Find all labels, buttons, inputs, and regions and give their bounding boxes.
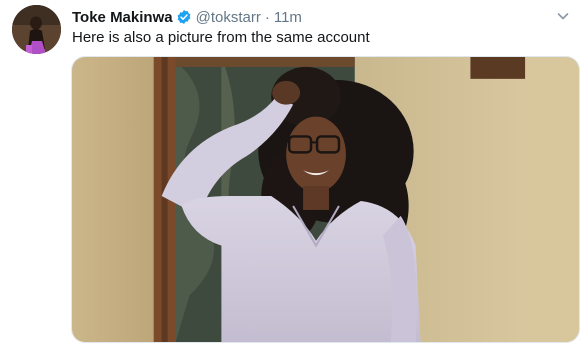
timestamp[interactable]: 11m: [274, 9, 302, 26]
tweet[interactable]: Toke Makinwa @tokstarr · 11m Here is als…: [0, 0, 581, 347]
tweet-photo[interactable]: [71, 56, 580, 343]
tweet-text: Here is also a picture from the same acc…: [72, 29, 370, 46]
tweet-header: Toke Makinwa @tokstarr · 11m: [72, 7, 302, 27]
user-handle[interactable]: @tokstarr: [196, 9, 261, 26]
separator-dot: ·: [264, 8, 270, 26]
display-name[interactable]: Toke Makinwa: [72, 9, 173, 26]
avatar[interactable]: [12, 5, 61, 54]
photo-content: [72, 57, 579, 342]
verified-badge-icon: [176, 9, 192, 25]
avatar-image: [12, 5, 61, 54]
chevron-down-icon[interactable]: [556, 9, 570, 23]
